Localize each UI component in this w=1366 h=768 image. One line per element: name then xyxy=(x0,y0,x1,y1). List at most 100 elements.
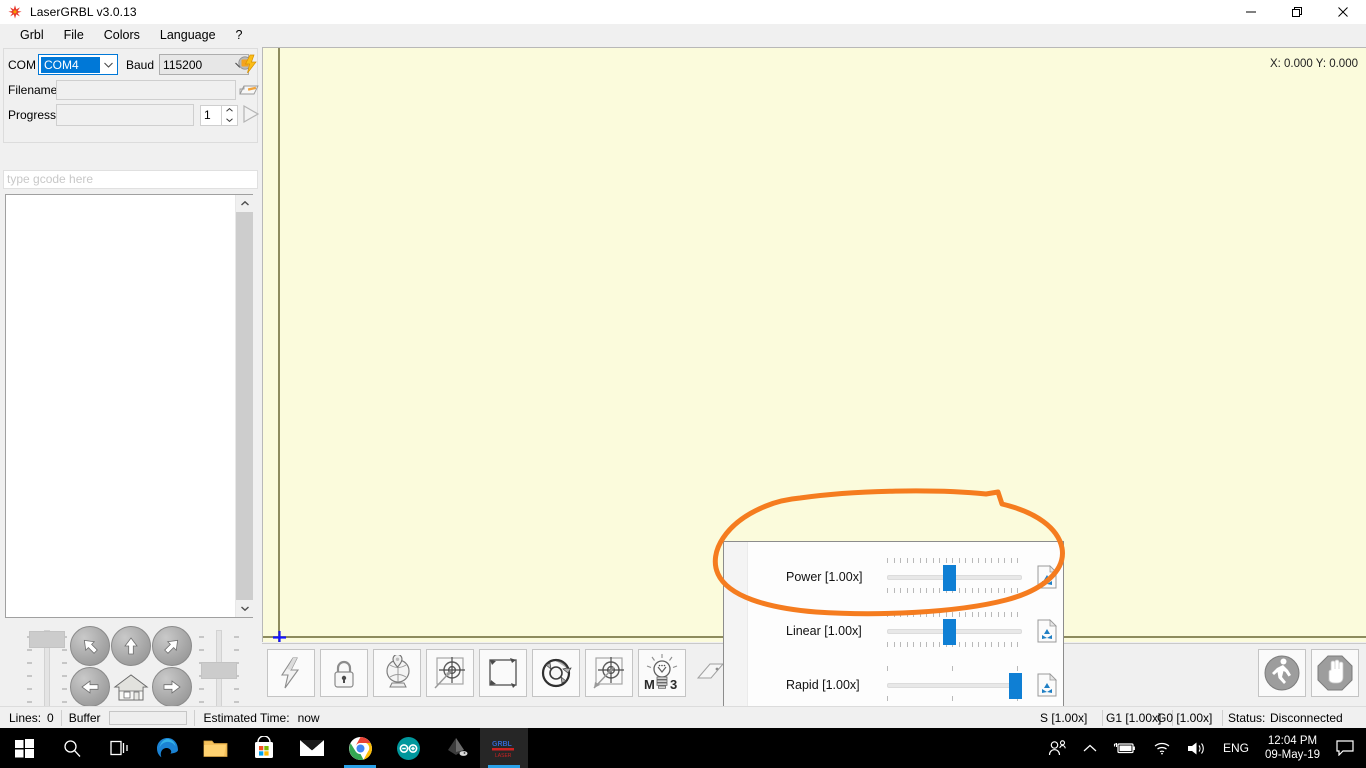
linear-override-slider[interactable] xyxy=(887,609,1022,653)
menu-item-help[interactable]: ? xyxy=(226,25,253,45)
jog-left-button[interactable] xyxy=(70,667,110,707)
linear-reset-recycle-icon[interactable] xyxy=(1036,619,1058,643)
filename-field[interactable] xyxy=(56,80,236,100)
maximize-button[interactable] xyxy=(1274,0,1320,24)
people-icon[interactable] xyxy=(1040,728,1075,768)
jog-up-button[interactable] xyxy=(111,626,151,666)
buffer-progress xyxy=(108,710,187,725)
com-port-value: COM4 xyxy=(41,56,100,73)
clock-time: 12:04 PM xyxy=(1267,735,1318,747)
menu-item-language[interactable]: Language xyxy=(150,25,226,45)
power-override-slider[interactable] xyxy=(887,555,1022,599)
clock[interactable]: 12:04 PM 09-May-19 xyxy=(1257,734,1328,762)
inkscape-icon[interactable] xyxy=(432,728,480,768)
jog-up-right-button[interactable] xyxy=(152,626,192,666)
lasergrbl-taskbar-icon[interactable]: GRBL LASER xyxy=(480,728,528,768)
stepper-down-icon[interactable] xyxy=(222,115,237,125)
microsoft-store-icon[interactable] xyxy=(240,728,288,768)
walk-pause-icon[interactable] xyxy=(1258,649,1306,697)
edge-browser-icon[interactable] xyxy=(144,728,192,768)
status-bar: Lines: 0 Buffer Estimated Time: now S [1… xyxy=(0,706,1366,728)
scrollbar-thumb[interactable] xyxy=(236,212,253,615)
connect-plug-icon[interactable] xyxy=(236,53,260,75)
language-indicator[interactable]: ENG xyxy=(1215,728,1257,768)
com-port-select[interactable]: COM4 xyxy=(38,54,118,75)
file-explorer-icon[interactable] xyxy=(192,728,240,768)
jog-home-button[interactable] xyxy=(111,667,151,707)
step-size-slider-thumb[interactable] xyxy=(201,662,237,679)
baud-label: Baud xyxy=(126,57,155,72)
close-button[interactable] xyxy=(1320,0,1366,24)
lines-value: 0 xyxy=(47,710,54,725)
lasergrbl-logo-icon xyxy=(7,4,23,20)
laser-m3-icon[interactable]: M 3 xyxy=(638,649,686,697)
override-row-rapid: Rapid [1.00x] xyxy=(748,658,1065,712)
buffer-label: Buffer xyxy=(68,710,101,725)
start-windows-icon[interactable] xyxy=(0,728,48,768)
chrome-browser-icon[interactable] xyxy=(336,728,384,768)
stepper-up-icon[interactable] xyxy=(222,106,237,116)
progress-bar xyxy=(56,104,194,126)
origin-crosshair-icon xyxy=(273,631,286,642)
open-file-icon[interactable] xyxy=(238,79,260,101)
show-hidden-icons-icon[interactable] xyxy=(1075,728,1105,768)
system-tray: ENG 12:04 PM 09-May-19 xyxy=(1040,728,1366,768)
frame-border-icon[interactable] xyxy=(479,649,527,697)
jog-right-button[interactable] xyxy=(152,667,192,707)
scroll-up-icon[interactable] xyxy=(236,195,253,212)
volume-icon[interactable] xyxy=(1179,728,1215,768)
globe-homing-icon[interactable] xyxy=(373,649,421,697)
chevron-down-icon xyxy=(100,55,117,74)
unlock-alarm-icon[interactable] xyxy=(267,649,315,697)
minimize-button[interactable] xyxy=(1228,0,1274,24)
return-to-zero-icon[interactable] xyxy=(532,649,580,697)
task-view-icon[interactable] xyxy=(96,728,144,768)
feed-rate-slider-thumb[interactable] xyxy=(29,631,65,648)
override-panel[interactable]: Power [1.00x] Linear [1.00x] Rapid [1.00… xyxy=(723,541,1064,713)
gcode-list-scrollbar[interactable] xyxy=(235,195,253,617)
stepper-buttons[interactable] xyxy=(221,105,237,125)
run-play-icon[interactable] xyxy=(240,103,262,125)
scroll-down-icon[interactable] xyxy=(236,600,253,617)
divider xyxy=(1222,710,1223,726)
repeat-count-stepper[interactable]: 1 xyxy=(200,104,238,126)
set-zero-icon[interactable] xyxy=(426,649,474,697)
rapid-reset-recycle-icon[interactable] xyxy=(1036,673,1058,697)
power-override-label: Power [1.00x] xyxy=(786,570,863,584)
status-value: Disconnected xyxy=(1270,710,1343,725)
menu-item-colors[interactable]: Colors xyxy=(94,25,150,45)
mail-icon[interactable] xyxy=(288,728,336,768)
windows-taskbar: GRBL LASER ENG 12:04 PM 09-May-19 xyxy=(0,728,1366,768)
battery-charging-icon[interactable] xyxy=(1105,728,1145,768)
progress-row: Progress 1 xyxy=(8,104,238,126)
lasergrbl-window: LaserGRBL v3.0.13 Grbl File Colors Langu… xyxy=(0,0,1366,768)
wifi-icon[interactable] xyxy=(1145,728,1179,768)
rapid-override-label: Rapid [1.00x] xyxy=(786,678,860,692)
menu-item-grbl[interactable]: Grbl xyxy=(10,25,54,45)
menu-item-file[interactable]: File xyxy=(54,25,94,45)
menu-bar: Grbl File Colors Language ? xyxy=(0,24,1366,46)
search-icon[interactable] xyxy=(48,728,96,768)
power-reset-recycle-icon[interactable] xyxy=(1036,565,1058,589)
arduino-ide-icon[interactable] xyxy=(384,728,432,768)
action-center-icon[interactable] xyxy=(1328,728,1366,768)
power-override-thumb[interactable] xyxy=(943,565,956,591)
lines-label: Lines: xyxy=(9,710,42,725)
svg-text:M: M xyxy=(644,677,655,692)
window-title: LaserGRBL v3.0.13 xyxy=(30,5,137,19)
jog-up-left-button[interactable] xyxy=(70,626,110,666)
rapid-override-slider[interactable] xyxy=(887,663,1022,707)
override-row-linear: Linear [1.00x] xyxy=(748,604,1065,658)
linear-override-thumb[interactable] xyxy=(943,619,956,645)
goto-zero-icon[interactable] xyxy=(585,649,633,697)
stop-hand-icon[interactable] xyxy=(1311,649,1359,697)
padlock-icon[interactable] xyxy=(320,649,368,697)
gcode-list[interactable] xyxy=(5,194,253,618)
svg-text:LASER: LASER xyxy=(495,753,512,759)
gcode-input[interactable]: type gcode here xyxy=(3,170,258,189)
linear-override-label: Linear [1.00x] xyxy=(786,624,862,638)
language-label: ENG xyxy=(1223,741,1250,755)
com-label: COM xyxy=(8,57,36,72)
y-axis-line xyxy=(278,48,280,642)
rapid-override-thumb[interactable] xyxy=(1009,673,1022,699)
